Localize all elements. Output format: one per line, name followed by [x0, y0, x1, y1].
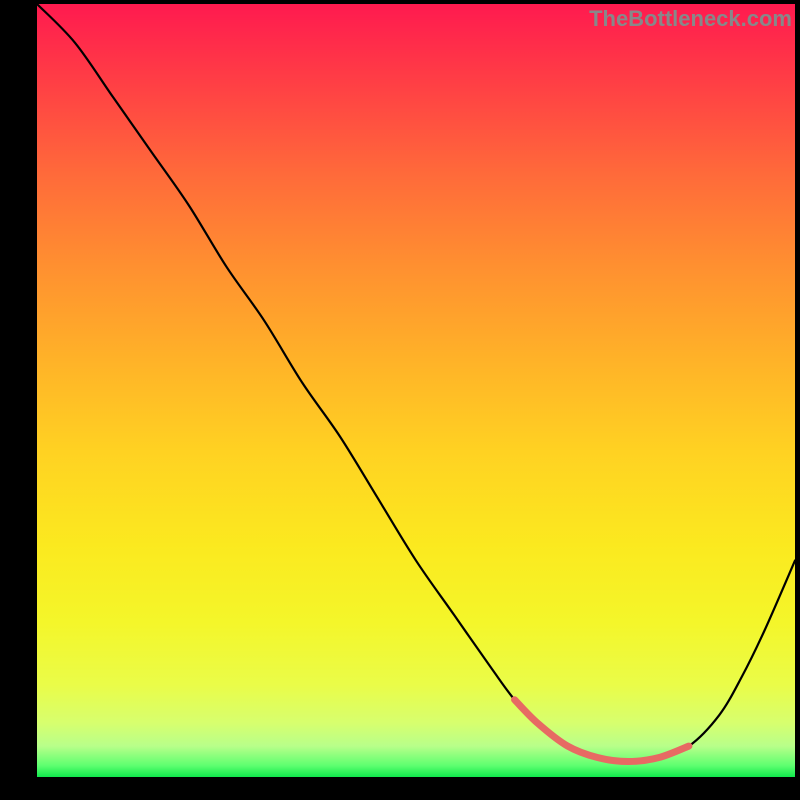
- watermark-text: TheBottleneck.com: [589, 6, 792, 32]
- page-frame: TheBottleneck.com: [0, 0, 800, 800]
- optimal-range-marker: [515, 700, 689, 762]
- chart-svg: [37, 4, 795, 777]
- bottleneck-curve: [37, 4, 795, 762]
- plot-area: [37, 4, 795, 777]
